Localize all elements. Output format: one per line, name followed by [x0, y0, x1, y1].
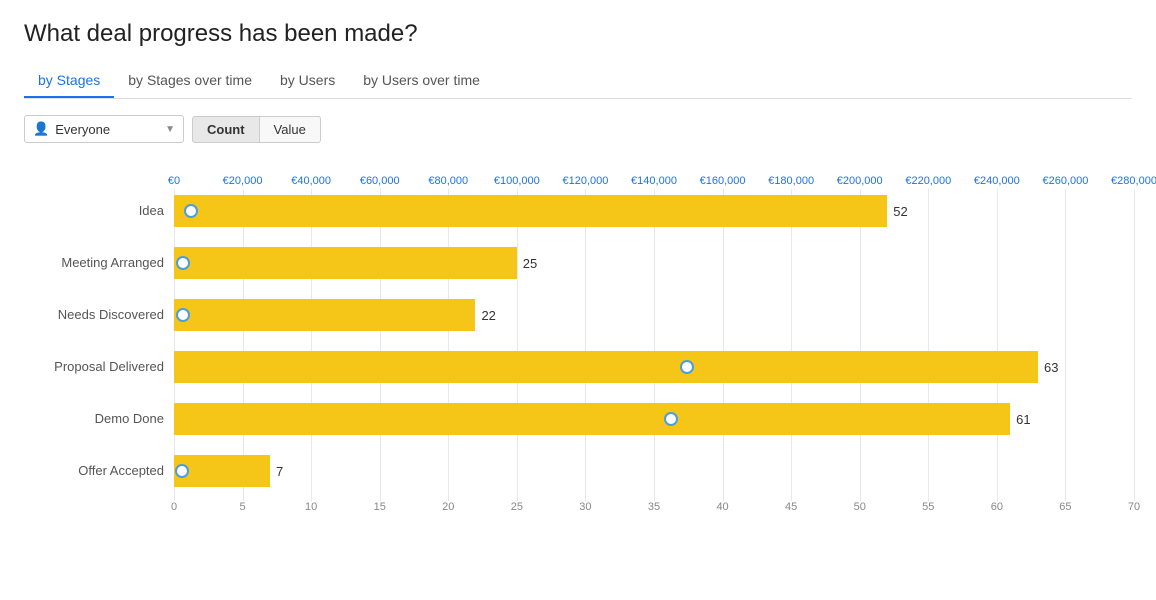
bar-count: 22	[481, 308, 495, 323]
bar-wrapper: 61	[174, 403, 1134, 435]
tab-by-stages[interactable]: by Stages	[24, 64, 114, 98]
bar	[174, 351, 1038, 383]
tab-bar: by Stages by Stages over time by Users b…	[24, 64, 1132, 99]
count-value-toggle: Count Value	[192, 116, 321, 143]
bar-dot	[176, 308, 190, 322]
tab-by-stages-over-time[interactable]: by Stages over time	[114, 64, 266, 98]
bar-count: 61	[1016, 412, 1030, 427]
chart-container: €0€20,000€40,000€60,000€80,000€100,000€1…	[24, 163, 1132, 525]
bar	[174, 403, 1010, 435]
bar-count: 63	[1044, 360, 1058, 375]
bar-label: Needs Discovered	[24, 307, 164, 323]
bar	[174, 455, 270, 487]
everyone-label: Everyone	[55, 122, 165, 137]
bar-wrapper: 22	[174, 299, 1134, 331]
bar-dot	[680, 360, 694, 374]
bar-dot	[184, 204, 198, 218]
tab-by-users-over-time[interactable]: by Users over time	[349, 64, 494, 98]
tab-by-users[interactable]: by Users	[266, 64, 349, 98]
bar-label: Demo Done	[24, 411, 164, 427]
table-row: Proposal Delivered63	[174, 345, 1134, 389]
table-row: Meeting Arranged25	[174, 241, 1134, 285]
bar-wrapper: 25	[174, 247, 1134, 279]
bar-label: Idea	[24, 203, 164, 219]
bar-wrapper: 63	[174, 351, 1134, 383]
bar	[174, 299, 475, 331]
table-row: Needs Discovered22	[174, 293, 1134, 337]
bar-count: 52	[893, 204, 907, 219]
bar-count: 25	[523, 256, 537, 271]
bar	[174, 195, 887, 227]
bar-wrapper: 52	[174, 195, 1134, 227]
bar-chart-area: Idea52 Meeting Arranged25 Needs Discovered…	[174, 189, 1134, 493]
page-title: What deal progress has been made?	[24, 20, 1132, 48]
bar-dot	[175, 464, 189, 478]
caret-icon: ▼	[165, 124, 175, 135]
bar-wrapper: 7	[174, 455, 1134, 487]
page-container: What deal progress has been made? by Sta…	[0, 0, 1156, 600]
table-row: Idea52	[174, 189, 1134, 233]
value-button[interactable]: Value	[260, 116, 321, 143]
bar-dot	[664, 412, 678, 426]
bar-label: Offer Accepted	[24, 463, 164, 479]
bar-label: Proposal Delivered	[24, 359, 164, 375]
everyone-select[interactable]: 👤 Everyone ▼	[24, 115, 184, 143]
bottom-axis: 0510152025303540455055606570	[174, 501, 1134, 525]
table-row: Demo Done61	[174, 397, 1134, 441]
bar	[174, 247, 517, 279]
bar-count: 7	[276, 464, 283, 479]
top-axis: €0€20,000€40,000€60,000€80,000€100,000€1…	[174, 163, 1134, 187]
bar-label: Meeting Arranged	[24, 255, 164, 271]
bar-dot	[176, 256, 190, 270]
user-icon: 👤	[33, 121, 49, 137]
controls-bar: 👤 Everyone ▼ Count Value	[24, 115, 1132, 143]
table-row: Offer Accepted7	[174, 449, 1134, 493]
count-button[interactable]: Count	[192, 116, 260, 143]
